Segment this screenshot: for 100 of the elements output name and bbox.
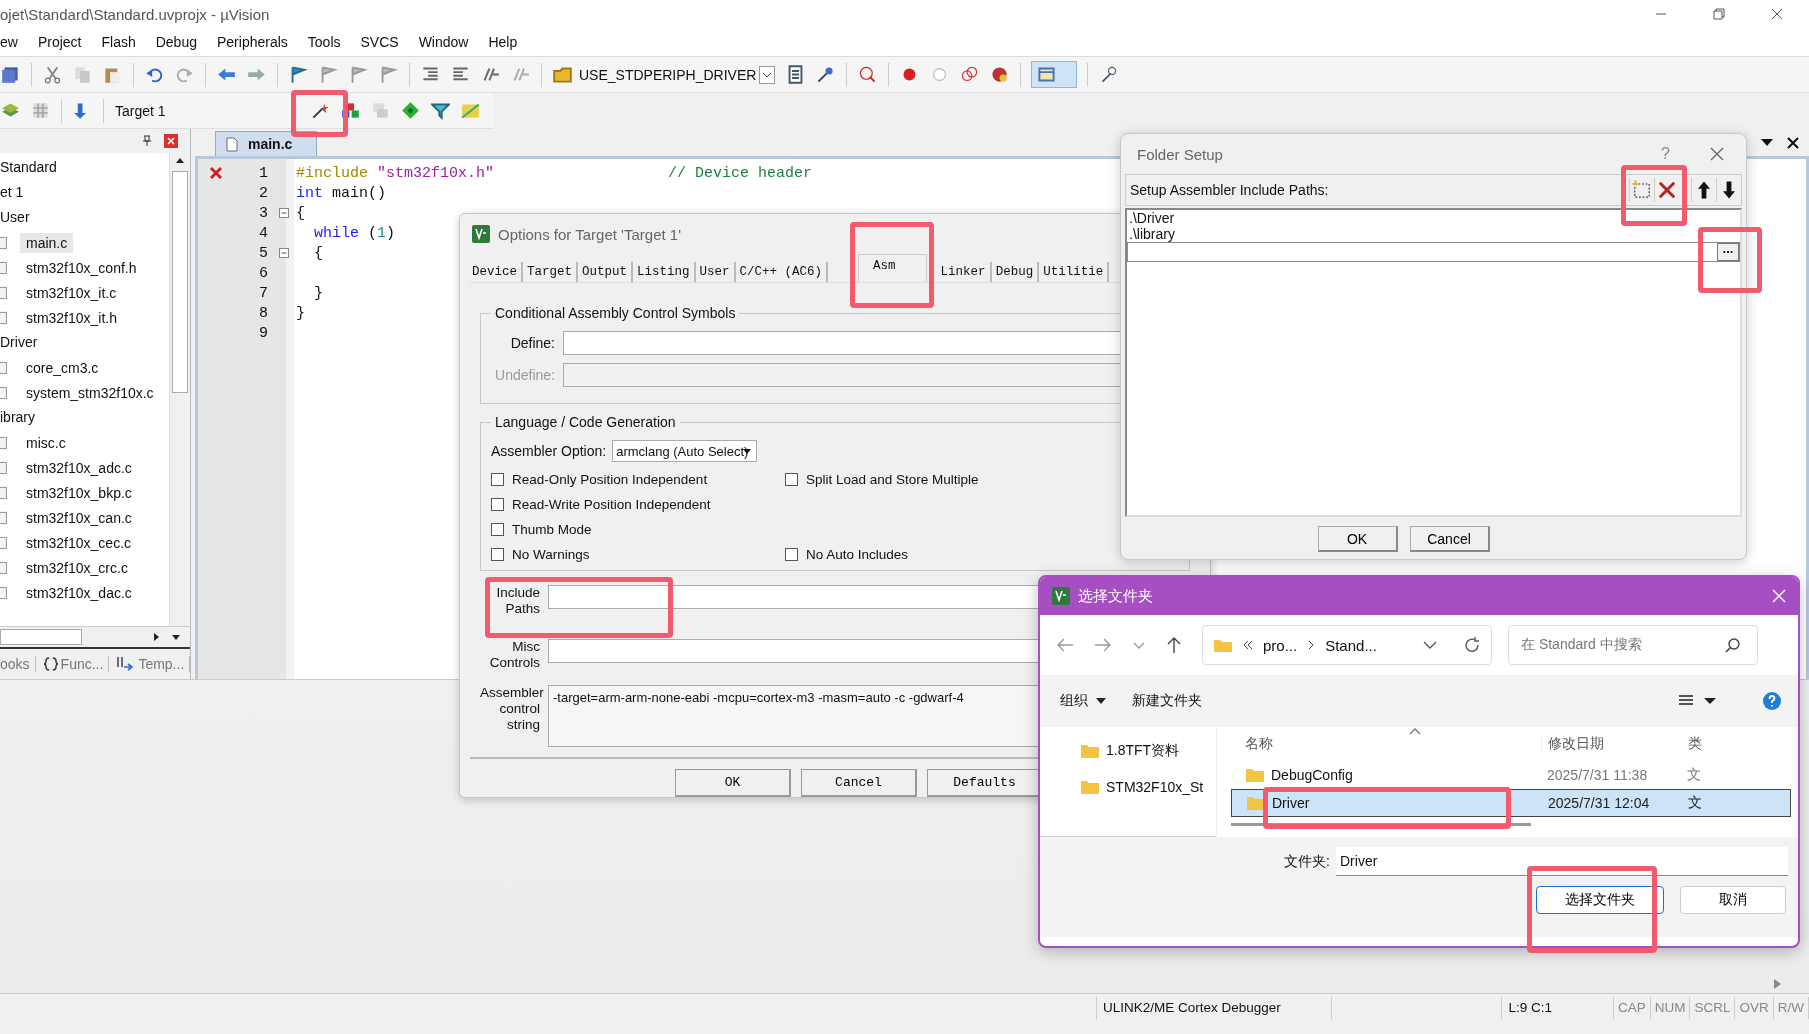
comment-icon[interactable] <box>481 65 500 84</box>
tree-item[interactable]: stm32f10x_bkp.c <box>20 482 138 503</box>
folder-row[interactable]: DebugConfig 2025/7/31 11:38 文 <box>1231 761 1791 789</box>
assembler-option-select[interactable]: armclang (Auto Select) <box>612 440 758 462</box>
select-folder-button[interactable]: 选择文件夹 <box>1536 886 1664 914</box>
tab[interactable]: C/C++ (AC6) <box>735 262 829 282</box>
close-icon[interactable] <box>1787 136 1799 149</box>
stop-icon[interactable] <box>990 65 1010 84</box>
back-icon[interactable] <box>1056 637 1074 653</box>
flag-icon[interactable] <box>289 65 308 84</box>
tree-item[interactable]: main.c <box>20 232 74 253</box>
tab[interactable]: Target <box>523 262 579 282</box>
tree-item[interactable]: stm32f10x_can.c <box>20 507 138 528</box>
tree-item[interactable]: stm32f10x_it.c <box>20 282 123 303</box>
caret-icon[interactable] <box>1761 138 1773 147</box>
folder-name-field[interactable]: Driver <box>1336 847 1788 876</box>
save-all-icon[interactable] <box>1 65 20 84</box>
menu-item[interactable]: Tools <box>307 34 341 50</box>
refresh-icon[interactable] <box>1463 636 1481 654</box>
menu-item[interactable]: Peripherals <box>217 34 288 50</box>
menu-item[interactable]: Flash <box>101 34 136 50</box>
panel-tab[interactable]: ooks <box>0 656 30 672</box>
scrollbar-thumb[interactable] <box>172 171 188 393</box>
chevron-down-icon[interactable] <box>1423 640 1437 650</box>
tree-node[interactable]: Standard <box>0 155 169 180</box>
tree-item[interactable]: core_cm3.c <box>20 357 105 378</box>
search-field[interactable]: 在 Standard 中搜索 <box>1508 625 1758 665</box>
path-item[interactable]: .\Driver <box>1127 210 1740 226</box>
tree-node[interactable]: Driver <box>0 330 169 355</box>
panel-tab[interactable]: Func... <box>60 656 104 672</box>
collapse-icon[interactable] <box>278 247 290 259</box>
tree-node[interactable]: ibrary <box>0 405 169 430</box>
path-edit-field[interactable]: ... <box>1127 242 1740 262</box>
forward-icon[interactable] <box>1094 637 1112 653</box>
column-header[interactable]: 类 <box>1678 735 1718 753</box>
packages-icon[interactable] <box>461 101 480 120</box>
menu-item[interactable]: SVCS <box>360 34 399 50</box>
menu-item[interactable]: Window <box>418 34 469 50</box>
search-icon[interactable] <box>858 65 878 84</box>
rings-icon[interactable] <box>960 65 980 84</box>
folder-row[interactable]: Driver 2025/7/31 12:04 文 <box>1231 789 1791 817</box>
checkbox[interactable] <box>785 473 798 486</box>
restore-icon[interactable] <box>1713 8 1725 20</box>
tree-item[interactable]: stm32f10x_crc.c <box>20 557 134 578</box>
column-header[interactable]: 修改日期 <box>1541 735 1678 753</box>
editor-tab[interactable]: main.c <box>215 131 318 156</box>
tab[interactable]: Device <box>468 262 523 282</box>
menu-item[interactable]: ew <box>0 34 18 50</box>
address-bar[interactable]: pro... Stand... <box>1202 625 1492 665</box>
tree-item[interactable]: stm32f10x_it.h <box>20 307 124 328</box>
nav-item[interactable]: STM32F10x_St <box>1106 779 1204 795</box>
browse-button[interactable]: ... <box>1717 243 1739 261</box>
dropdown-icon[interactable] <box>759 65 776 84</box>
menu-item[interactable]: Help <box>488 34 518 50</box>
dialog-button[interactable]: OK <box>1317 526 1398 552</box>
tree-item[interactable]: stm32f10x_conf.h <box>20 257 143 278</box>
define-combo[interactable]: USE_STDPERIPH_DRIVER <box>579 66 757 83</box>
tree-item[interactable]: stm32f10x_cec.c <box>20 532 138 553</box>
scrollbar-thumb[interactable] <box>0 629 82 645</box>
column-header[interactable]: 名称 <box>1231 735 1541 753</box>
tab[interactable]: Linker <box>936 262 992 282</box>
checkbox[interactable] <box>491 548 504 561</box>
breadcrumb[interactable]: Stand... <box>1325 636 1377 654</box>
dialog-button[interactable]: Cancel <box>1409 526 1490 552</box>
view-list-icon[interactable] <box>1678 694 1694 708</box>
caret-icon[interactable] <box>1704 697 1716 705</box>
flag-icon[interactable] <box>349 65 368 84</box>
menu-item[interactable]: Project <box>37 34 82 50</box>
dialog-button[interactable]: Cancel <box>801 769 917 797</box>
blocks-icon[interactable] <box>341 101 360 120</box>
funnel-icon[interactable] <box>431 101 450 120</box>
up-icon[interactable] <box>1166 636 1182 654</box>
wrench-icon[interactable] <box>1099 65 1119 84</box>
collapse-icon[interactable] <box>278 207 290 219</box>
help-icon[interactable] <box>1762 691 1782 711</box>
flag-icon[interactable] <box>379 65 398 84</box>
tab[interactable]: Debug <box>991 262 1040 282</box>
flag-icon[interactable] <box>319 65 338 84</box>
checkbox[interactable] <box>491 473 504 486</box>
dialog-button[interactable]: OK <box>675 769 791 797</box>
tab[interactable]: Output <box>578 262 634 282</box>
cut-icon[interactable] <box>43 65 62 84</box>
tools-icon[interactable] <box>816 65 836 84</box>
cancel-button[interactable]: 取消 <box>1680 886 1786 914</box>
menu-item[interactable]: Debug <box>155 34 197 50</box>
tree-node[interactable]: et 1 <box>0 180 169 205</box>
checkbox[interactable] <box>785 548 798 561</box>
checkbox[interactable] <box>491 523 504 536</box>
diamond-icon[interactable] <box>401 101 420 120</box>
checkbox[interactable] <box>491 498 504 511</box>
tree-item[interactable]: system_stm32f10x.c <box>20 382 160 403</box>
target-combo[interactable]: Target 1 <box>115 102 300 119</box>
pin-icon[interactable] <box>142 135 152 147</box>
tab[interactable]: User <box>695 262 736 282</box>
tree-item[interactable]: stm32f10x_adc.c <box>20 457 138 478</box>
tree-node[interactable]: User <box>0 205 169 230</box>
tab[interactable]: Utilitie <box>1039 262 1110 282</box>
tree-item[interactable]: stm32f10x_dac.c <box>20 582 138 603</box>
panel-tab[interactable]: Temp... <box>138 656 185 672</box>
folder-icon[interactable] <box>553 65 572 84</box>
